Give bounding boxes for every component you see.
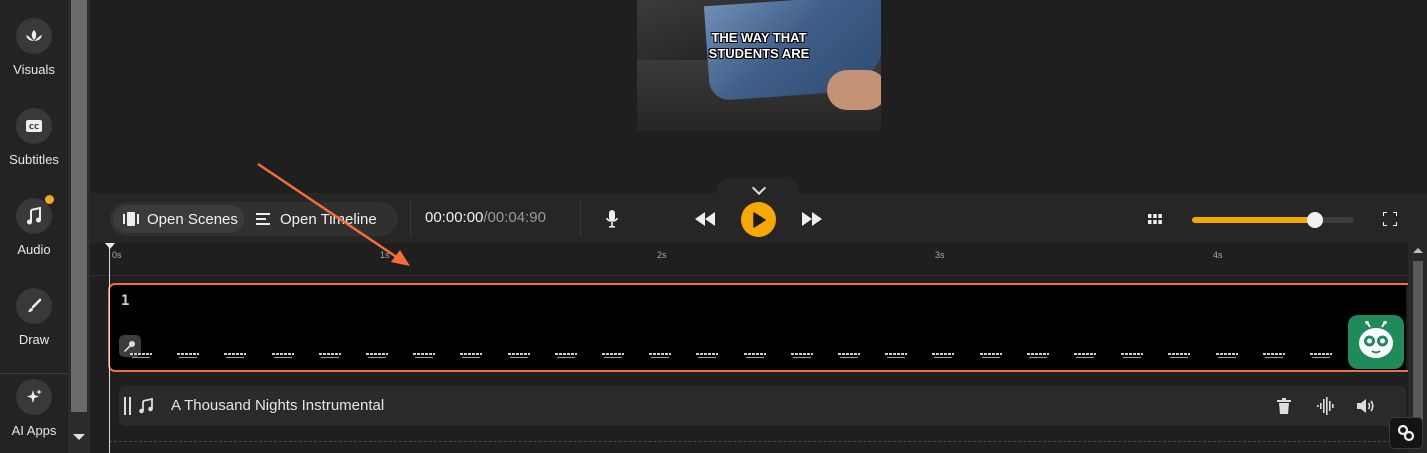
playhead-handle[interactable] xyxy=(105,243,115,249)
trash-icon[interactable] xyxy=(1277,398,1291,414)
caption-line: STUDENTS ARE xyxy=(708,46,810,61)
sidebar-item-label: Draw xyxy=(18,332,50,347)
sidebar-item-label: Subtitles xyxy=(9,152,59,167)
grid-icon[interactable] xyxy=(1145,210,1165,228)
cc-icon: CC xyxy=(16,108,52,144)
volume-slider[interactable] xyxy=(1192,212,1354,228)
scroll-down-arrow-icon[interactable] xyxy=(73,434,85,440)
open-scenes-button[interactable]: Open Scenes xyxy=(113,205,244,233)
fast-forward-icon[interactable] xyxy=(800,209,824,229)
assistant-robot-button[interactable] xyxy=(1348,315,1404,369)
player-toolbar: Open Scenes Open Timeline 00:00:00/00:04… xyxy=(90,193,1427,243)
audio-track[interactable]: A Thousand Nights Instrumental xyxy=(119,386,1406,426)
drag-handle-icon[interactable] xyxy=(124,397,132,415)
sidebar-item-audio[interactable]: Audio xyxy=(0,195,68,257)
sidebar-item-ai-apps[interactable]: AI Apps xyxy=(0,379,68,438)
sidebar-item-draw[interactable]: Draw xyxy=(0,288,68,347)
volume-knob[interactable] xyxy=(1307,212,1324,228)
notification-dot xyxy=(45,195,54,204)
timecode: 00:00:00/00:04:90 xyxy=(425,209,546,226)
speaker-icon[interactable] xyxy=(1357,398,1375,414)
tick-label: 3s xyxy=(935,250,945,260)
tick-label: 0s xyxy=(112,250,122,260)
robot-icon xyxy=(1359,321,1393,358)
scroll-up-arrow-icon[interactable] xyxy=(1413,248,1423,253)
arm-shape xyxy=(827,70,881,110)
video-frame[interactable]: THE WAY THAT STUDENTS ARE xyxy=(637,0,881,131)
link-icon xyxy=(1397,424,1415,442)
toolbar-divider xyxy=(410,201,411,237)
svg-text:CC: CC xyxy=(29,123,39,131)
current-time: 00:00:00 xyxy=(425,209,484,226)
sidebar-scroll-thumb[interactable] xyxy=(71,0,87,412)
view-toggle: Open Scenes Open Timeline xyxy=(110,202,398,236)
sidebar-item-label: AI Apps xyxy=(11,423,57,438)
timeline-panel: 0s 1s 2s 3s 4s 1 A Thousand Nights Instr… xyxy=(90,243,1427,453)
sidebar-divider xyxy=(0,373,68,374)
timeline-icon xyxy=(256,213,270,225)
lotus-icon xyxy=(16,18,52,54)
sidebar-item-subtitles[interactable]: CC Subtitles xyxy=(0,108,68,167)
caption-line: THE WAY THAT xyxy=(711,30,807,45)
sidebar-item-visuals[interactable]: Visuals xyxy=(0,18,68,77)
left-sidebar: Visuals CC Subtitles Audio Draw AI Apps xyxy=(0,0,68,453)
sidebar-item-label: Audio xyxy=(17,242,51,257)
track-drop-zone xyxy=(109,441,1406,442)
microphone-icon[interactable] xyxy=(602,209,622,229)
play-button[interactable] xyxy=(741,202,776,237)
sidebar-scrollbar[interactable] xyxy=(68,0,90,453)
tick-label: 2s xyxy=(657,250,667,260)
play-icon xyxy=(752,211,766,228)
open-timeline-label: Open Timeline xyxy=(280,210,377,228)
open-scenes-label: Open Scenes xyxy=(147,210,238,228)
toolbar-divider xyxy=(580,201,581,237)
music-note-icon xyxy=(139,398,153,414)
sidebar-item-label: Visuals xyxy=(13,62,55,77)
rewind-icon[interactable] xyxy=(693,209,717,229)
music-note-icon xyxy=(16,195,54,234)
video-preview-area: THE WAY THAT STUDENTS ARE xyxy=(90,0,1427,191)
brush-icon xyxy=(16,288,52,324)
timeline-scroll-thumb[interactable] xyxy=(1413,261,1423,441)
timeline-ruler[interactable]: 0s 1s 2s 3s 4s xyxy=(90,243,1408,276)
audio-track-title: A Thousand Nights Instrumental xyxy=(171,397,385,414)
waveform-icon[interactable] xyxy=(1317,397,1335,415)
scenes-icon xyxy=(123,212,139,226)
highlight-annotation-box xyxy=(108,283,1424,372)
video-caption: THE WAY THAT STUDENTS ARE xyxy=(637,30,881,62)
tick-label: 1s xyxy=(380,250,390,260)
total-time: /00:04:90 xyxy=(483,209,546,226)
tick-label: 4s xyxy=(1213,250,1223,260)
sparkle-icon xyxy=(16,379,52,415)
playhead[interactable] xyxy=(109,243,110,453)
fullscreen-icon[interactable] xyxy=(1380,210,1400,228)
volume-fill xyxy=(1192,217,1316,223)
link-button[interactable] xyxy=(1389,417,1423,449)
open-timeline-button[interactable]: Open Timeline xyxy=(254,205,394,233)
